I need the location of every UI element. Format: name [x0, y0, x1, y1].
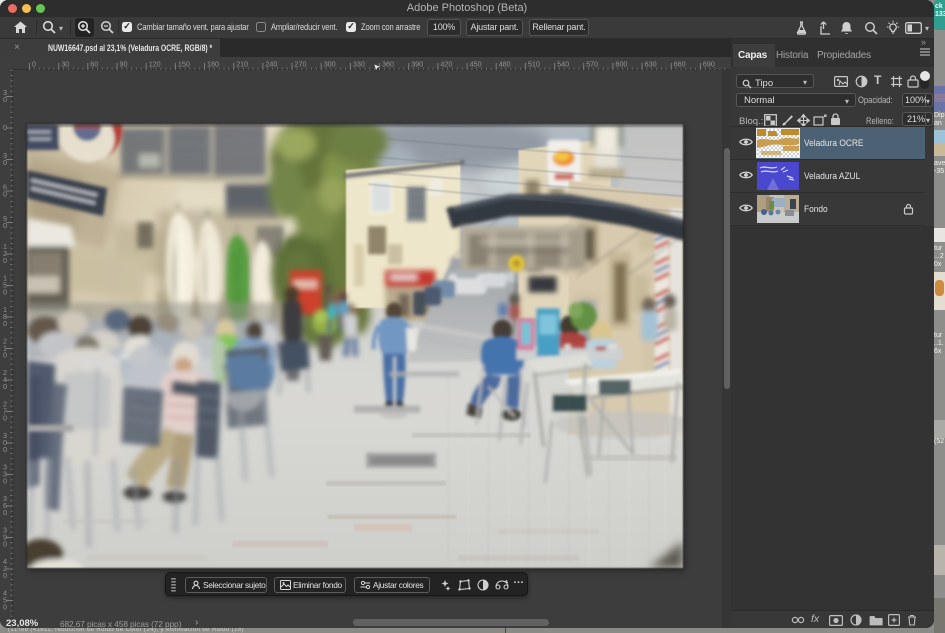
svg-text:210: 210 [236, 60, 248, 69]
svg-text:30: 30 [61, 60, 69, 69]
svg-text:0: 0 [3, 95, 7, 104]
svg-text:510: 510 [528, 60, 540, 69]
svg-text:270: 270 [295, 60, 307, 69]
svg-text:0: 0 [3, 158, 7, 167]
svg-text:390: 390 [411, 60, 423, 69]
svg-text:0: 0 [3, 445, 7, 454]
svg-text:0: 0 [3, 382, 7, 391]
svg-text:630: 630 [645, 60, 657, 69]
svg-text:0: 0 [3, 571, 7, 580]
svg-text:0: 0 [3, 351, 7, 360]
svg-text:330: 330 [353, 60, 365, 69]
svg-text:0: 0 [3, 414, 7, 423]
svg-text:0: 0 [32, 60, 36, 69]
svg-text:660: 660 [674, 60, 686, 69]
svg-text:0: 0 [3, 123, 7, 132]
svg-text:150: 150 [178, 60, 190, 69]
svg-text:360: 360 [382, 60, 394, 69]
svg-text:90: 90 [120, 60, 128, 69]
svg-text:300: 300 [324, 60, 336, 69]
svg-text:0: 0 [3, 190, 7, 199]
svg-text:0: 0 [3, 319, 7, 328]
svg-text:180: 180 [207, 60, 219, 69]
svg-text:0: 0 [3, 288, 7, 297]
svg-text:540: 540 [557, 60, 569, 69]
svg-text:600: 600 [615, 60, 627, 69]
svg-text:240: 240 [265, 60, 277, 69]
svg-text:0: 0 [3, 221, 7, 230]
svg-text:0: 0 [3, 256, 7, 265]
svg-text:480: 480 [499, 60, 511, 69]
svg-text:0: 0 [3, 540, 7, 549]
svg-text:0: 0 [3, 603, 7, 612]
svg-text:690: 690 [703, 60, 715, 69]
svg-text:0: 0 [3, 508, 7, 517]
svg-text:60: 60 [90, 60, 98, 69]
svg-text:120: 120 [149, 60, 161, 69]
svg-text:0: 0 [3, 477, 7, 486]
svg-text:450: 450 [470, 60, 482, 69]
svg-text:420: 420 [440, 60, 452, 69]
svg-text:570: 570 [586, 60, 598, 69]
